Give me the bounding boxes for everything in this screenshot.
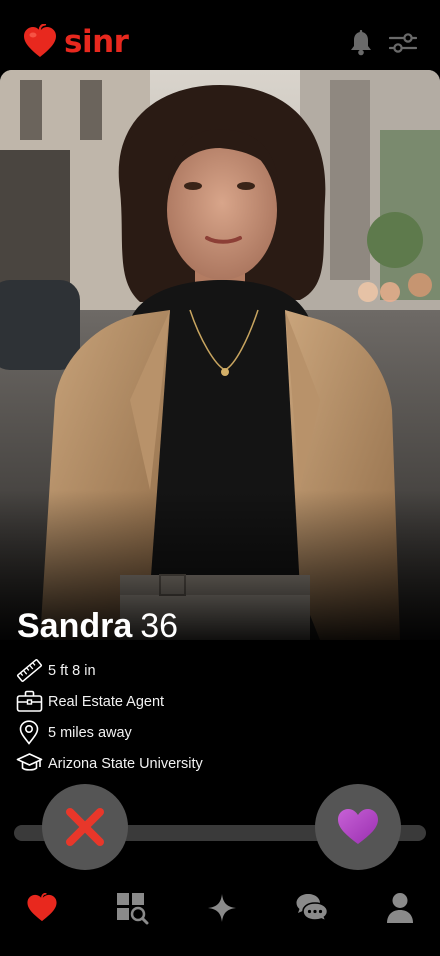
detail-occupation-text: Real Estate Agent bbox=[48, 693, 165, 710]
sparkle-icon bbox=[208, 894, 236, 922]
detail-education-text: Arizona State University bbox=[48, 755, 203, 772]
heart-icon bbox=[27, 893, 57, 922]
app-name: sinr bbox=[64, 24, 129, 60]
detail-education: Arizona State University bbox=[16, 748, 416, 779]
profile-card[interactable] bbox=[0, 70, 440, 640]
explore-icon bbox=[117, 893, 149, 925]
location-pin-icon bbox=[19, 720, 39, 745]
bell-icon[interactable] bbox=[348, 30, 374, 56]
filters-icon[interactable] bbox=[389, 31, 417, 55]
profile-name-age: Sandra 36 bbox=[17, 604, 178, 648]
nav-sparkle[interactable] bbox=[204, 890, 240, 926]
detail-height: 5 ft 8 in bbox=[16, 655, 416, 686]
app-logo: sinr bbox=[22, 24, 129, 60]
bottom-nav bbox=[0, 880, 440, 936]
detail-height-text: 5 ft 8 in bbox=[48, 662, 96, 679]
heart-logo-icon bbox=[24, 24, 56, 57]
profile-details: 5 ft 8 in Real Estate Agent 5 miles away… bbox=[16, 655, 416, 779]
profile-icon bbox=[387, 893, 413, 923]
ruler-icon bbox=[17, 659, 42, 682]
chat-icon bbox=[296, 894, 329, 923]
detail-distance-text: 5 miles away bbox=[48, 724, 132, 741]
top-bar: sinr bbox=[0, 0, 440, 70]
detail-distance: 5 miles away bbox=[16, 717, 416, 748]
pass-button[interactable] bbox=[42, 784, 128, 870]
detail-occupation: Real Estate Agent bbox=[16, 686, 416, 717]
x-icon bbox=[66, 808, 104, 846]
nav-explore[interactable] bbox=[114, 890, 150, 926]
profile-name: Sandra bbox=[17, 607, 133, 645]
profile-age: 36 bbox=[140, 607, 179, 645]
nav-profile[interactable] bbox=[382, 890, 418, 926]
nav-messages[interactable] bbox=[294, 890, 330, 926]
briefcase-icon bbox=[16, 690, 43, 712]
nav-discover[interactable] bbox=[24, 890, 60, 926]
graduation-cap-icon bbox=[16, 753, 43, 771]
like-button[interactable] bbox=[315, 784, 401, 870]
heart-icon bbox=[338, 809, 378, 844]
